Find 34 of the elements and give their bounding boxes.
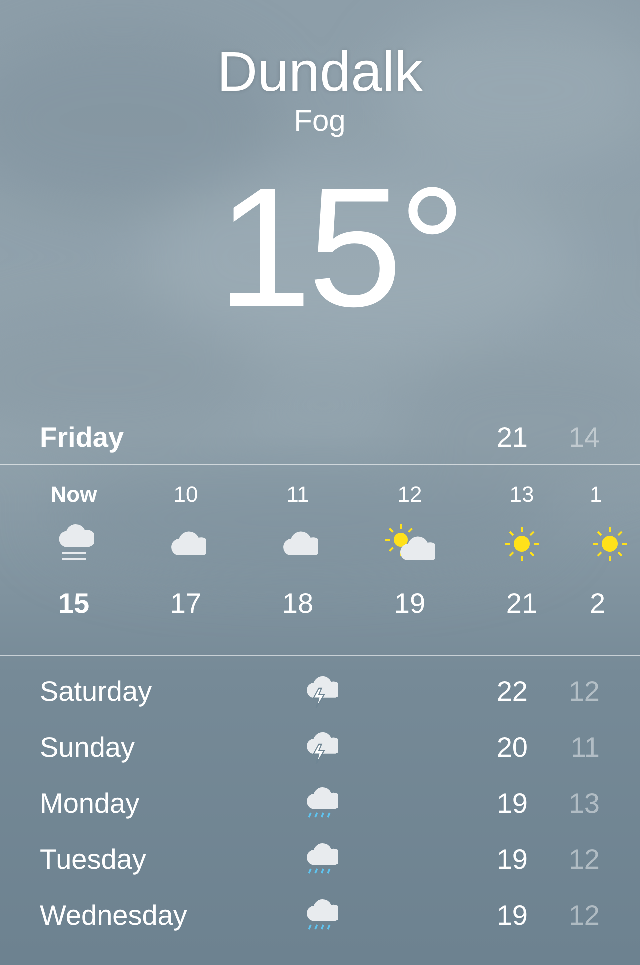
hour-label: 12 [398, 482, 422, 508]
high-temperature: 19 [496, 844, 528, 876]
forecast-day: Saturday [40, 676, 280, 708]
low-temperature: 13 [568, 788, 601, 820]
high-temperature: 19 [496, 900, 528, 932]
forecast-day: Monday [40, 788, 280, 820]
forecast-day: Wednesday [40, 900, 280, 932]
hour-label: 11 [286, 482, 310, 508]
low-temperature: 11 [570, 732, 601, 764]
high-temperature: 20 [496, 732, 528, 764]
sun-icon [590, 524, 630, 564]
hour-temperature: 21 [506, 588, 538, 620]
forecast-day: Tuesday [40, 844, 280, 876]
hour-label: 13 [510, 482, 534, 508]
high-temperature: 22 [496, 676, 528, 708]
sun-icon [502, 524, 542, 564]
current-temperature: 15° [216, 152, 463, 345]
today-day: Friday [40, 422, 478, 454]
high-temperature: 21 [496, 422, 528, 454]
hour-temperature: 15 [58, 588, 90, 620]
low-temperature: 12 [568, 844, 601, 876]
hour-temperature: 18 [282, 588, 314, 620]
hour-temperature: 2 [590, 588, 606, 620]
hour-label: Now [50, 482, 98, 508]
forecast-day: Sunday [40, 732, 280, 764]
weather-condition: Fog [294, 104, 346, 140]
hour-label: 10 [174, 482, 198, 508]
hour-label: 1 [590, 482, 602, 508]
low-temperature: 12 [568, 900, 601, 932]
hour-temperature: 17 [170, 588, 202, 620]
high-temperature: 19 [496, 788, 528, 820]
hour-temperature: 19 [394, 588, 426, 620]
city-name: Dundalk [217, 40, 423, 104]
low-temperature: 12 [568, 676, 601, 708]
